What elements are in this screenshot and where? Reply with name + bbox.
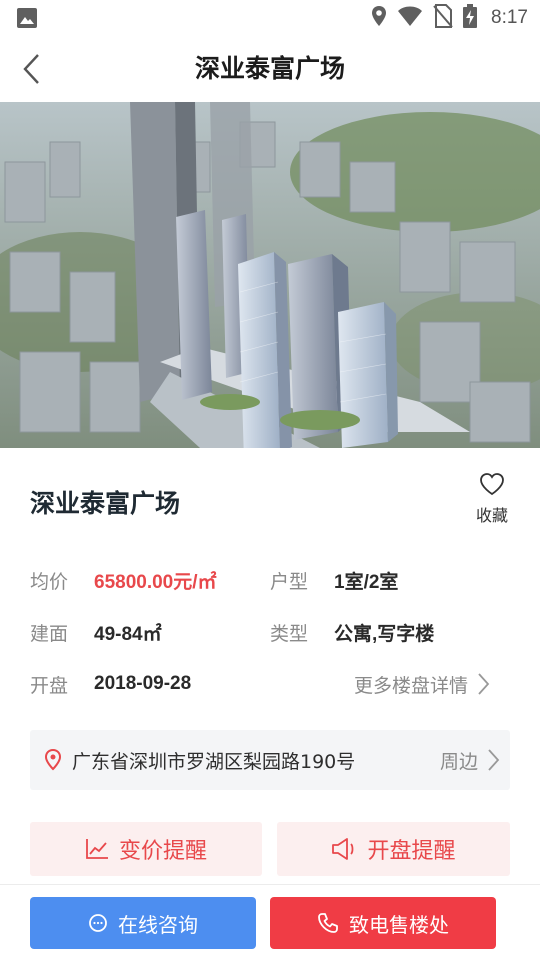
more-details-label: 更多楼盘详情 — [354, 674, 469, 697]
project-name: 深业泰富广场 — [30, 489, 181, 518]
trend-chart-icon — [86, 839, 108, 859]
chevron-left-icon — [23, 54, 39, 84]
image-icon — [16, 7, 38, 29]
app-header: 深业泰富广场 — [0, 36, 540, 102]
online-consult-label: 在线咨询 — [118, 912, 198, 937]
nearby-link[interactable]: 周边 — [440, 730, 500, 790]
price-value: 65800.00元/㎡ — [94, 571, 217, 593]
open-alert-label: 开盘提醒 — [367, 839, 456, 864]
wifi-icon — [397, 5, 423, 31]
price-row: 均价 65800.00元/㎡ — [30, 566, 217, 594]
type-value: 公寓,写字楼 — [334, 623, 435, 645]
favorite-button[interactable]: 收藏 — [472, 472, 512, 526]
type-row: 类型 公寓,写字楼 — [270, 618, 434, 646]
heart-icon — [480, 473, 504, 496]
area-row: 建面 49-84㎡ — [30, 618, 162, 646]
battery-charging-icon — [463, 4, 478, 32]
address-bar[interactable]: 广东省深圳市罗湖区梨园路190号 周边 — [30, 730, 510, 790]
price-alert-label: 变价提醒 — [118, 839, 207, 864]
open-alert-button[interactable]: 开盘提醒 — [277, 822, 510, 876]
price-label: 均价 — [30, 570, 69, 593]
bottom-action-bar: 在线咨询 致电售楼处 — [0, 884, 540, 960]
open-row: 开盘 2018-09-28 — [30, 670, 191, 698]
address-text: 广东省深圳市罗湖区梨园路190号 — [72, 750, 356, 773]
call-sales-label: 致电售楼处 — [349, 912, 449, 937]
chevron-right-icon — [478, 673, 490, 695]
layout-value: 1室/2室 — [334, 571, 399, 593]
open-value: 2018-09-28 — [94, 673, 192, 694]
layout-label: 户型 — [270, 570, 309, 593]
type-label: 类型 — [270, 622, 309, 645]
phone-icon — [318, 913, 338, 933]
layout-row: 户型 1室/2室 — [270, 566, 398, 594]
status-bar: 8:17 — [0, 0, 540, 36]
online-consult-button[interactable]: 在线咨询 — [30, 897, 256, 949]
open-label: 开盘 — [30, 674, 69, 697]
location-icon — [371, 5, 387, 31]
area-value: 49-84㎡ — [94, 623, 162, 645]
page-title: 深业泰富广场 — [194, 54, 345, 83]
chat-bubble-icon — [89, 914, 107, 932]
no-sim-icon — [433, 4, 453, 32]
building-photo — [0, 102, 540, 448]
call-sales-button[interactable]: 致电售楼处 — [270, 897, 496, 949]
back-button[interactable] — [14, 50, 50, 88]
hero-image[interactable] — [0, 102, 540, 448]
area-label: 建面 — [30, 622, 69, 645]
status-time: 8:17 — [491, 7, 528, 28]
favorite-label: 收藏 — [475, 506, 508, 525]
chevron-right-icon — [488, 749, 500, 771]
more-details-link[interactable]: 更多楼盘详情 — [354, 670, 490, 698]
nearby-label: 周边 — [439, 750, 478, 773]
megaphone-icon — [332, 838, 354, 860]
location-pin-icon — [44, 749, 62, 771]
price-alert-button[interactable]: 变价提醒 — [30, 822, 262, 876]
